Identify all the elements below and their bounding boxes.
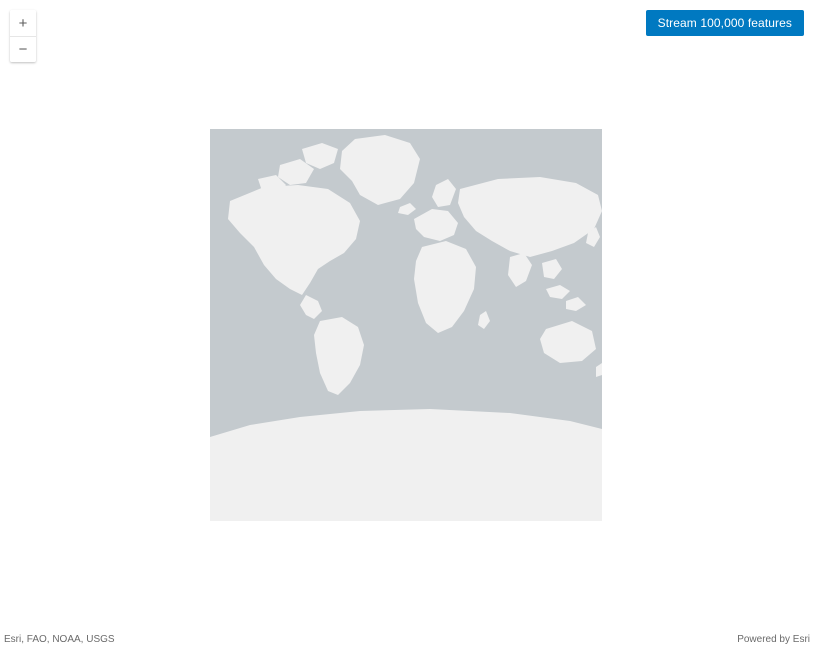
world-map	[210, 129, 602, 521]
plus-icon: +	[19, 15, 28, 32]
attribution-powered-by: Powered by Esri	[737, 634, 810, 645]
stream-features-button[interactable]: Stream 100,000 features	[646, 10, 804, 36]
zoom-controls: + −	[10, 10, 36, 62]
zoom-out-button[interactable]: −	[10, 36, 36, 62]
minus-icon: −	[19, 41, 28, 58]
zoom-in-button[interactable]: +	[10, 10, 36, 36]
basemap[interactable]	[210, 129, 602, 521]
map-viewport: + − Stream 100,000 features	[0, 0, 814, 649]
attribution-sources: Esri, FAO, NOAA, USGS	[4, 634, 115, 645]
